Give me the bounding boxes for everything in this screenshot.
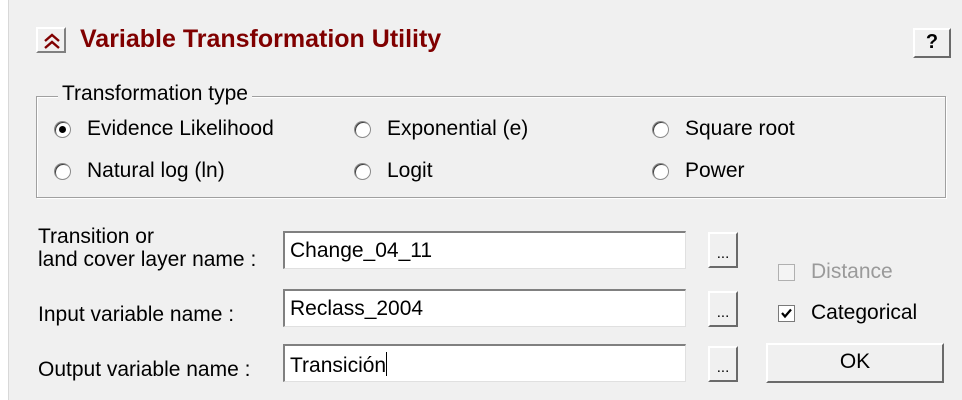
radio-label: Power bbox=[685, 159, 745, 182]
radio-circle bbox=[652, 120, 669, 138]
input-variable-value: Reclass_2004 bbox=[290, 297, 424, 320]
output-variable-input[interactable]: Transición bbox=[283, 344, 686, 382]
transition-label-line1: Transition or bbox=[38, 225, 154, 248]
help-button[interactable]: ? bbox=[913, 28, 951, 58]
radio-circle bbox=[354, 120, 371, 138]
radio-exponential[interactable]: Exponential (e) bbox=[354, 117, 528, 141]
radio-selected-dot bbox=[59, 125, 66, 133]
transition-browse-button[interactable]: ... bbox=[708, 232, 738, 268]
radio-evidence-likelihood[interactable]: Evidence Likelihood bbox=[54, 117, 274, 141]
checkmark-icon bbox=[781, 308, 792, 318]
group-legend: Transformation type bbox=[58, 82, 252, 106]
radio-label: Logit bbox=[387, 159, 433, 182]
categorical-checkbox[interactable]: Categorical bbox=[778, 301, 917, 325]
radio-logit[interactable]: Logit bbox=[354, 159, 433, 183]
radio-circle bbox=[54, 162, 71, 180]
transition-layer-input[interactable]: Change_04_11 bbox=[283, 231, 686, 269]
output-variable-value: Transición bbox=[290, 354, 387, 377]
output-browse-button[interactable]: ... bbox=[708, 346, 738, 382]
input-browse-button[interactable]: ... bbox=[708, 291, 738, 327]
radio-circle bbox=[652, 162, 669, 180]
radio-natural-log[interactable]: Natural log (ln) bbox=[54, 159, 225, 183]
radio-circle bbox=[354, 162, 371, 180]
input-variable-input[interactable]: Reclass_2004 bbox=[283, 289, 686, 327]
categorical-label: Categorical bbox=[811, 301, 918, 324]
input-variable-label: Input variable name : bbox=[38, 303, 235, 326]
ok-button[interactable]: OK bbox=[766, 343, 944, 383]
distance-label: Distance bbox=[811, 260, 893, 283]
header: Variable Transformation Utility ? bbox=[20, 14, 954, 62]
transition-layer-value: Change_04_11 bbox=[290, 239, 433, 262]
checkbox-box bbox=[778, 304, 795, 322]
left-panel-edge bbox=[0, 0, 9, 400]
checkbox-box bbox=[778, 263, 795, 281]
double-chevron-up-icon bbox=[44, 33, 60, 49]
radio-label: Exponential (e) bbox=[387, 117, 529, 140]
radio-power[interactable]: Power bbox=[652, 159, 745, 183]
text-caret bbox=[386, 352, 388, 376]
dialog-title: Variable Transformation Utility bbox=[80, 25, 442, 53]
radio-square-root[interactable]: Square root bbox=[652, 117, 795, 141]
radio-circle bbox=[54, 120, 71, 138]
transition-label-line2: land cover layer name : bbox=[38, 248, 257, 271]
distance-checkbox[interactable]: Distance bbox=[778, 260, 893, 284]
radio-label: Square root bbox=[685, 117, 795, 140]
collapse-button[interactable] bbox=[36, 27, 66, 53]
radio-label: Natural log (ln) bbox=[87, 159, 225, 182]
radio-label: Evidence Likelihood bbox=[87, 117, 274, 140]
output-variable-label: Output variable name : bbox=[38, 358, 251, 381]
